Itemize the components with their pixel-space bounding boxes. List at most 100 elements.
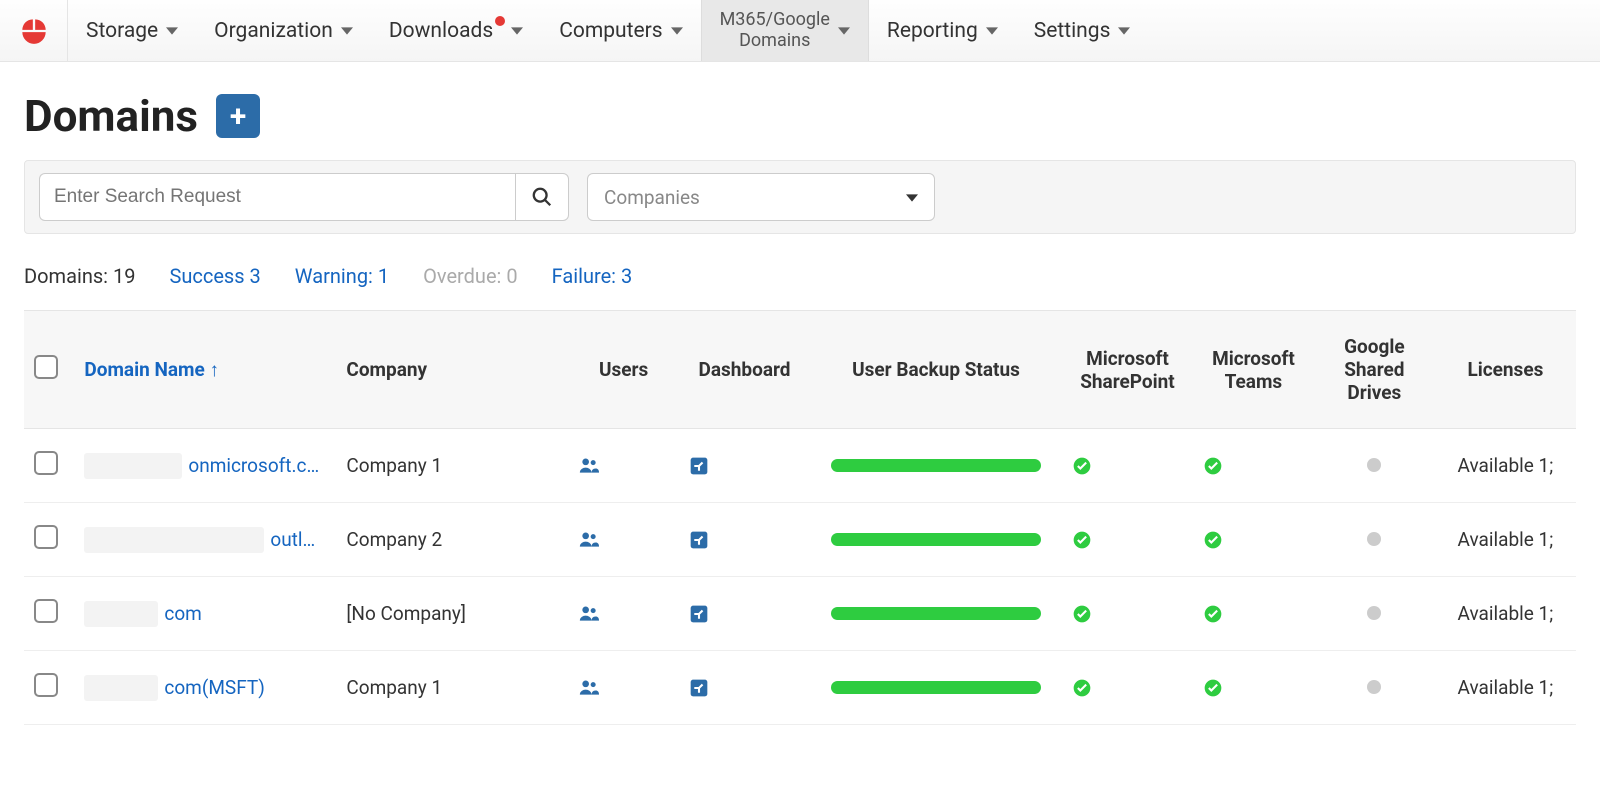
nav-label: Reporting: [887, 19, 978, 43]
chevron-down-icon: [838, 19, 850, 43]
chevron-down-icon: [671, 19, 683, 43]
sharepoint-status-icon: [1072, 678, 1183, 698]
table-row: com [No Company] Available 1;: [24, 577, 1576, 651]
failure-count-link[interactable]: Failure: 3: [552, 264, 633, 288]
select-placeholder: Companies: [604, 186, 700, 209]
nav-label: Organization: [214, 19, 333, 43]
company-cell: Company 1: [336, 429, 568, 503]
redacted-block: [84, 527, 264, 553]
th-dashboard[interactable]: Dashboard: [679, 311, 810, 429]
domain-link[interactable]: outl…: [270, 528, 315, 551]
add-domain-button[interactable]: +: [216, 94, 260, 138]
open-dashboard-icon[interactable]: [689, 678, 800, 698]
open-dashboard-icon[interactable]: [689, 456, 800, 476]
redacted-block: [84, 453, 182, 479]
pie-chart-icon: [20, 17, 48, 45]
th-sharepoint[interactable]: Microsoft SharePoint: [1062, 311, 1193, 429]
gsd-status-dot: [1367, 680, 1381, 694]
row-checkbox[interactable]: [34, 451, 58, 475]
th-users[interactable]: Users: [568, 311, 679, 429]
open-dashboard-icon[interactable]: [689, 530, 800, 550]
domains-count: Domains: 19: [24, 264, 135, 288]
row-checkbox[interactable]: [34, 525, 58, 549]
overdue-count: Overdue: 0: [423, 264, 518, 288]
teams-status-icon: [1203, 604, 1304, 624]
nav-settings[interactable]: Settings: [1016, 0, 1149, 61]
nav-label: M365/Google Domains: [720, 10, 830, 51]
domain-link[interactable]: com: [164, 602, 201, 625]
backup-status-bar: [831, 681, 1041, 694]
backup-status-bar: [831, 459, 1041, 472]
nav-storage[interactable]: Storage: [68, 0, 196, 61]
gsd-status-dot: [1367, 532, 1381, 546]
teams-status-icon: [1203, 456, 1304, 476]
nav-m365-google-domains[interactable]: M365/Google Domains: [701, 0, 869, 61]
gsd-status-dot: [1367, 606, 1381, 620]
table-row: com(MSFT) Company 1 Available 1;: [24, 651, 1576, 725]
companies-select[interactable]: Companies: [587, 173, 935, 221]
nav-reporting[interactable]: Reporting: [869, 0, 1016, 61]
th-backup-status[interactable]: User Backup Status: [810, 311, 1062, 429]
page-title: Domains: [24, 90, 198, 142]
open-dashboard-icon[interactable]: [689, 604, 800, 624]
search-input[interactable]: [39, 173, 515, 221]
company-cell: Company 2: [336, 503, 568, 577]
domains-table-wrap: Domain Name ↑ Company Users Dashboard Us…: [24, 310, 1576, 725]
sharepoint-status-icon: [1072, 456, 1183, 476]
nav-label: Computers: [559, 19, 662, 43]
sharepoint-status-icon: [1072, 604, 1183, 624]
app-logo: [0, 0, 68, 61]
th-teams[interactable]: Microsoft Teams: [1193, 311, 1314, 429]
company-cell: [No Company]: [336, 577, 568, 651]
licenses-cell: Available 1;: [1435, 577, 1576, 651]
chevron-down-icon: [906, 186, 918, 209]
status-counts: Domains: 19 Success 3 Warning: 1 Overdue…: [0, 234, 1600, 310]
warning-count-link[interactable]: Warning: 1: [295, 264, 389, 288]
success-count-link[interactable]: Success 3: [169, 264, 260, 288]
th-company[interactable]: Company: [336, 311, 568, 429]
th-domain-name[interactable]: Domain Name ↑: [74, 311, 336, 429]
notification-dot-icon: [495, 16, 505, 26]
teams-status-icon: [1203, 530, 1304, 550]
row-checkbox[interactable]: [34, 599, 58, 623]
domain-cell: onmicrosoft.c…: [84, 453, 326, 479]
redacted-block: [84, 675, 158, 701]
chevron-down-icon: [1118, 19, 1130, 43]
users-icon[interactable]: [578, 678, 669, 698]
licenses-cell: Available 1;: [1435, 651, 1576, 725]
users-icon[interactable]: [578, 530, 669, 550]
row-checkbox[interactable]: [34, 673, 58, 697]
nav-label: Storage: [86, 19, 158, 43]
redacted-block: [84, 601, 158, 627]
nav-label: Downloads: [389, 19, 493, 43]
plus-icon: +: [230, 99, 246, 134]
domains-table: Domain Name ↑ Company Users Dashboard Us…: [24, 311, 1576, 725]
nav-label: Settings: [1034, 19, 1111, 43]
select-all-checkbox[interactable]: [34, 355, 58, 379]
page-header: Domains +: [0, 62, 1600, 160]
th-checkbox: [24, 311, 74, 429]
th-licenses[interactable]: Licenses: [1435, 311, 1576, 429]
backup-status-bar: [831, 533, 1041, 546]
users-icon[interactable]: [578, 456, 669, 476]
domain-link[interactable]: com(MSFT): [164, 676, 264, 699]
domain-link[interactable]: onmicrosoft.c…: [188, 454, 319, 477]
gsd-status-dot: [1367, 458, 1381, 472]
table-row: onmicrosoft.c…Company 1Available 1;: [24, 429, 1576, 503]
nav-downloads[interactable]: Downloads: [371, 0, 541, 61]
search-icon: [531, 186, 553, 208]
nav-computers[interactable]: Computers: [541, 0, 700, 61]
chevron-down-icon: [986, 19, 998, 43]
table-row: outl…Company 2Available 1;: [24, 503, 1576, 577]
chevron-down-icon: [511, 19, 523, 43]
domain-cell: com: [84, 601, 326, 627]
search-wrap: [39, 173, 569, 221]
chevron-down-icon: [166, 19, 178, 43]
users-icon[interactable]: [578, 604, 669, 624]
th-google-shared-drives[interactable]: Google Shared Drives: [1314, 311, 1435, 429]
search-button[interactable]: [515, 173, 569, 221]
sort-asc-icon: ↑: [210, 358, 220, 381]
company-cell: Company 1: [336, 651, 568, 725]
nav-organization[interactable]: Organization: [196, 0, 371, 61]
domain-cell: com(MSFT): [84, 675, 326, 701]
